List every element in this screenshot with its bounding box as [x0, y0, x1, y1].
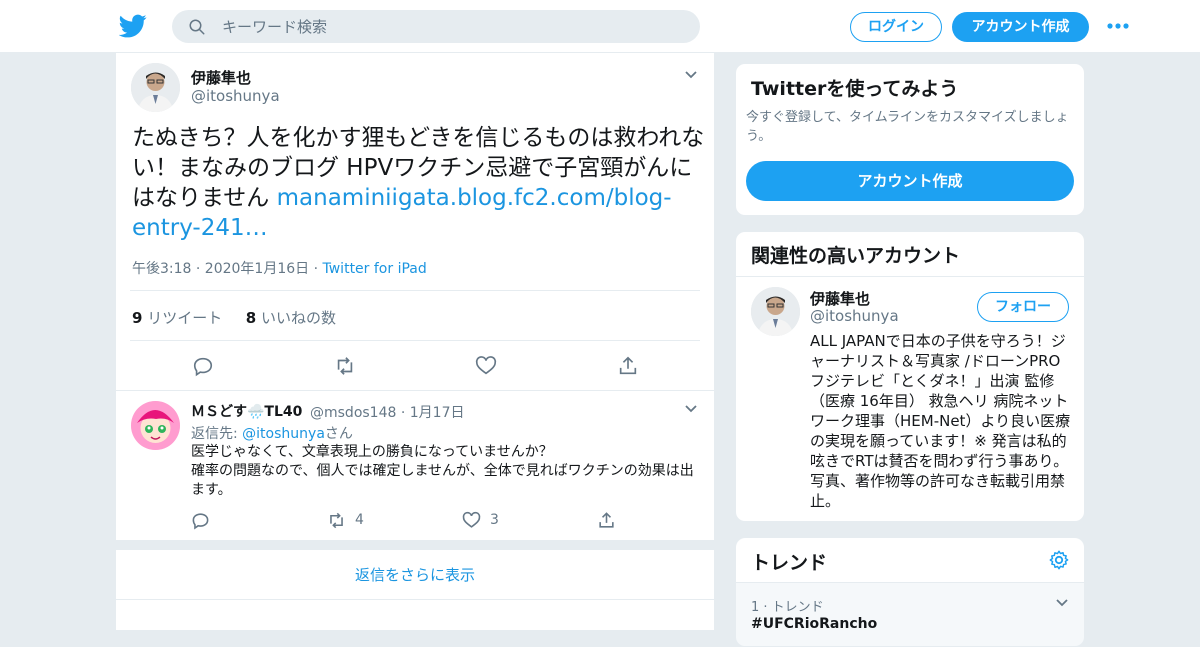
share-icon[interactable] [617, 355, 639, 377]
person-avatar-icon [751, 287, 800, 336]
like-icon[interactable] [475, 355, 497, 377]
reply-to-prefix: 返信先: [191, 426, 243, 442]
follow-button[interactable]: フォロー [977, 292, 1069, 322]
reply-author-handle[interactable]: @msdos148 · 1月17日 [310, 402, 464, 422]
avatar[interactable] [131, 401, 180, 450]
like-count[interactable]: 8 [246, 309, 256, 327]
related-account-bio: ALL JAPANで日本の子供を守ろう！ジャーナリスト＆写真家 /ドローンPRO… [810, 332, 1071, 510]
reply-text-line: 医学じゃなくて、文章表現上の勝負になっていませんか？ [191, 444, 553, 460]
retweet-icon[interactable] [326, 511, 347, 530]
trends-header: トレンド [736, 538, 1084, 583]
divider [130, 290, 700, 291]
signup-card: Twitterを使ってみよう 今すぐ登録して、タイムラインをカスタマイズしましょ… [735, 63, 1085, 216]
reply-to-suffix: さん [324, 426, 353, 442]
signup-card-title: Twitterを使ってみよう [751, 78, 959, 100]
tweet-stats: 9 リツイート 8 いいねの数 [132, 307, 336, 328]
reply-to-handle[interactable]: @itoshunya [242, 426, 325, 442]
anime-avatar-icon [131, 401, 180, 450]
search-icon [189, 19, 205, 35]
divider [130, 340, 700, 341]
avatar[interactable] [131, 63, 180, 112]
retweet-icon[interactable] [333, 355, 357, 377]
reply-author-name[interactable]: ＭＳどす🌧️TL40 [191, 401, 302, 421]
search-input[interactable] [222, 10, 682, 43]
signup-button[interactable]: アカウント作成 [952, 12, 1089, 42]
related-account-name[interactable]: 伊藤隼也 [810, 288, 870, 309]
more-options-icon[interactable] [1106, 18, 1130, 34]
like-label[interactable]: いいねの数 [261, 309, 336, 327]
meta-separator: · [309, 261, 323, 277]
reply-icon[interactable] [191, 511, 210, 530]
gear-icon[interactable] [1048, 549, 1070, 571]
reply-retweet-count[interactable]: 4 [355, 512, 364, 528]
retweet-label[interactable]: リツイート [147, 309, 222, 327]
related-accounts-title: 関連性の高いアカウント [751, 245, 961, 267]
thread-gap [116, 540, 714, 550]
trends-title: トレンド [751, 552, 828, 574]
top-bar: ログイン アカウント作成 [0, 0, 1200, 53]
twitter-logo-icon[interactable] [119, 12, 147, 40]
divider [736, 276, 1084, 277]
show-more-replies-link[interactable]: 返信をさらに表示 [116, 550, 714, 600]
signup-card-subtitle: 今すぐ登録して、タイムラインをカスタマイズしましょう。 [746, 110, 1069, 144]
search-box[interactable] [172, 10, 700, 43]
divider [116, 390, 714, 391]
retweet-count[interactable]: 9 [132, 309, 142, 327]
trends-card: トレンド 1 · トレンド #UFCRioRancho [735, 537, 1085, 647]
related-accounts-card: 関連性の高いアカウント 伊藤隼也 @itoshunya フォロー ALL JAP… [735, 231, 1085, 522]
share-icon[interactable] [597, 511, 616, 530]
main-timeline: 伊藤隼也 @itoshunya たぬきち？人を化かす狸もどきを信じるものは救われ… [115, 53, 715, 630]
chevron-down-icon[interactable] [684, 70, 698, 80]
signup-card-button[interactable]: アカウント作成 [746, 161, 1074, 201]
reply-icon[interactable] [192, 355, 214, 377]
reply-text: 医学じゃなくて、文章表現上の勝負になっていませんか？ 確率の問題なので、個人では… [191, 443, 701, 500]
related-account-handle[interactable]: @itoshunya [810, 307, 899, 325]
person-avatar-icon [131, 63, 180, 112]
chevron-down-icon[interactable] [684, 404, 698, 414]
trend-meta: 1 · トレンド [751, 600, 824, 615]
chevron-down-icon[interactable] [1055, 598, 1069, 608]
tweet-timestamp[interactable]: 午後3:18 · 2020年1月16日 [132, 261, 309, 277]
tweet-source[interactable]: Twitter for iPad [323, 261, 427, 277]
tweet-author-handle[interactable]: @itoshunya [191, 87, 280, 105]
tweet-author-name[interactable]: 伊藤隼也 [191, 67, 251, 88]
reply-context: 返信先: @itoshunyaさん [191, 423, 353, 443]
reply-like-count[interactable]: 3 [490, 512, 499, 528]
login-button[interactable]: ログイン [850, 12, 942, 42]
tweet-text: たぬきち？人を化かす狸もどきを信じるものは救われない！まなみのブログ HPVワク… [132, 123, 707, 243]
tweet-meta: 午後3:18 · 2020年1月16日 · Twitter for iPad [132, 258, 427, 278]
like-icon[interactable] [462, 511, 481, 530]
reply-text-line: 確率の問題なので、個人では確定しませんが、全体で見ればワクチンの効果は出ます。 [191, 463, 694, 498]
avatar[interactable] [751, 287, 800, 336]
